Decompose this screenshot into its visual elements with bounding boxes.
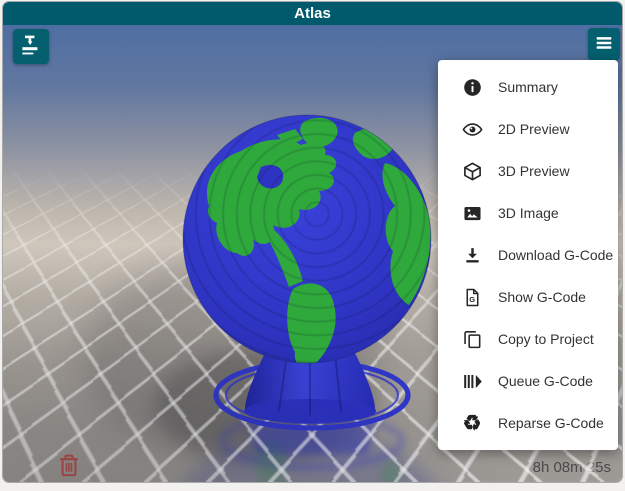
menu-item-download-g-code[interactable]: Download G-Code	[438, 234, 618, 276]
3d-viewport[interactable]: Summary 2D Preview 3D Preview 3D Image Downl…	[3, 25, 622, 482]
menu-item-label: Show G-Code	[498, 289, 586, 305]
context-menu-button[interactable]	[588, 28, 620, 60]
printer-3d-nozzle-icon	[19, 33, 43, 60]
menu-item-label: 3D Preview	[498, 163, 570, 179]
gcode-file-icon: G	[461, 286, 483, 308]
eye-icon	[461, 118, 483, 140]
recycle-icon: ♻	[461, 412, 483, 434]
menu-item-3d-image[interactable]: 3D Image	[438, 192, 618, 234]
menu-item-queue-g-code[interactable]: Queue G-Code	[438, 360, 618, 402]
svg-text:G: G	[469, 295, 475, 304]
file-preview-card: Atlas	[2, 1, 623, 483]
download-icon	[461, 244, 483, 266]
title-bar: Atlas	[3, 2, 622, 25]
image-icon	[461, 202, 483, 224]
menu-item-label: Copy to Project	[498, 331, 594, 347]
menu-item-label: 3D Image	[498, 205, 559, 221]
print-time: 8h 08m 25s	[533, 459, 611, 476]
globe-model	[179, 111, 439, 482]
menu-item-3d-preview[interactable]: 3D Preview	[438, 150, 618, 192]
menu-item-label: Summary	[498, 79, 558, 95]
context-menu: Summary 2D Preview 3D Preview 3D Image Downl…	[438, 60, 618, 450]
copy-icon	[461, 328, 483, 350]
menu-item-label: Reparse G-Code	[498, 415, 604, 431]
menu-item-copy-to-project[interactable]: Copy to Project	[438, 318, 618, 360]
cube-icon	[461, 160, 483, 182]
hamburger-menu-icon	[593, 32, 615, 57]
file-title: Atlas	[294, 5, 331, 22]
menu-item-2d-preview[interactable]: 2D Preview	[438, 108, 618, 150]
menu-item-label: 2D Preview	[498, 121, 570, 137]
menu-item-summary[interactable]: Summary	[438, 66, 618, 108]
menu-item-label: Queue G-Code	[498, 373, 593, 389]
info-icon	[461, 76, 483, 98]
printer-button[interactable]	[13, 29, 49, 64]
menu-item-show-g-code[interactable]: G Show G-Code	[438, 276, 618, 318]
trash-icon[interactable]	[55, 451, 83, 480]
menu-item-label: Download G-Code	[498, 247, 613, 263]
menu-item-reparse-g-code[interactable]: ♻ Reparse G-Code	[438, 402, 618, 444]
queue-icon	[461, 370, 483, 392]
